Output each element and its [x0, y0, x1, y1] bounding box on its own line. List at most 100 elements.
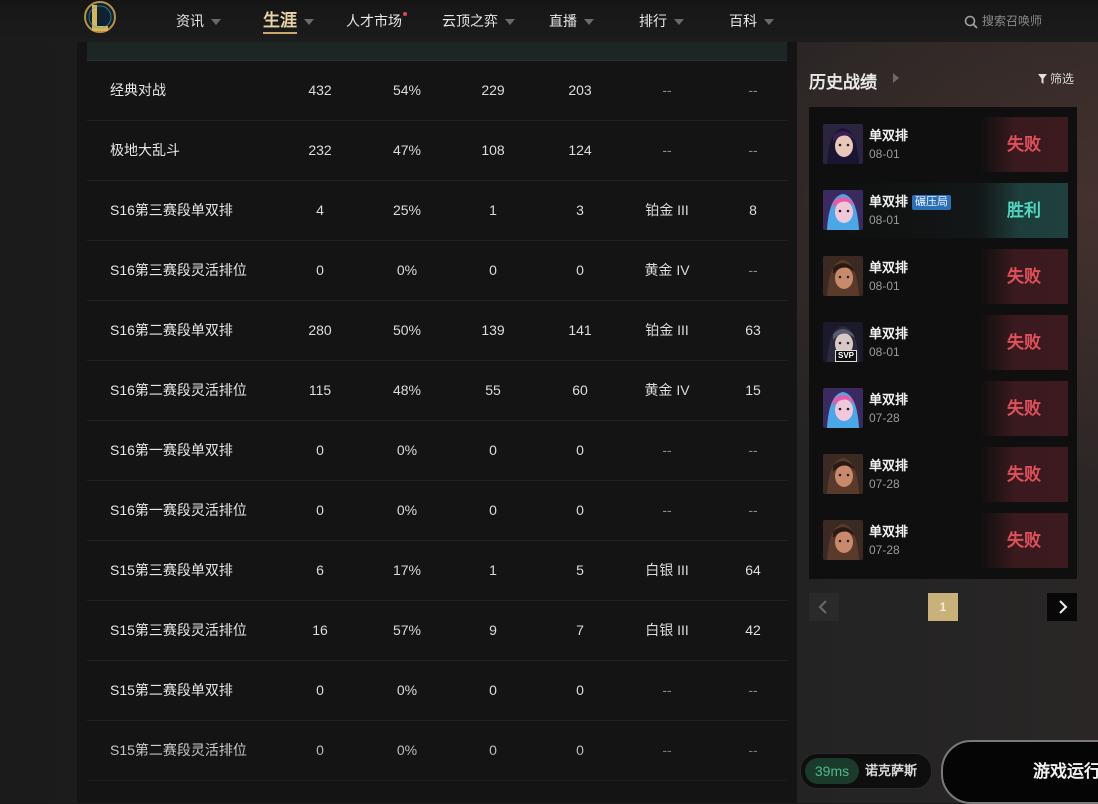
- stat-cell: 0: [576, 682, 584, 698]
- chevron-right-icon[interactable]: [893, 73, 899, 83]
- stat-cell: 5: [576, 562, 584, 578]
- top-navigation: 资讯 生涯 人才市场 云顶之弈 直播 排行 百科 搜索召唤师: [0, 0, 1098, 42]
- match-item[interactable]: 单双排 碾压局 08-01 胜利: [818, 183, 1068, 238]
- match-history-list: 单双排 08-01 失败 单双排 碾压局 08-01 胜利 单双排 08-01 失败 SVP 单双排 0…: [809, 107, 1077, 579]
- stat-cell: 黄金 IV: [644, 382, 690, 398]
- bearded-champion-icon: [823, 454, 863, 494]
- stat-cell: 42: [745, 622, 761, 638]
- mode-name: S16第三赛段单双排: [110, 202, 233, 218]
- stat-cell: 0: [489, 262, 497, 278]
- stat-cell: 55: [485, 382, 501, 398]
- chevron-down-icon: [505, 19, 515, 26]
- table-row[interactable]: S15第三赛段单双排 6 17% 1 5 白银 III 64: [87, 540, 787, 601]
- stat-cell: 0: [489, 682, 497, 698]
- match-item[interactable]: 单双排 07-28 失败: [818, 447, 1068, 502]
- launch-label: 游戏运行: [1033, 762, 1098, 781]
- nav-item-talent-market[interactable]: 人才市场: [346, 0, 407, 42]
- match-item[interactable]: 单双排 07-28 失败: [818, 513, 1068, 568]
- stat-cell: 0%: [396, 502, 418, 518]
- stat-cell: 229: [481, 82, 505, 98]
- summoner-search[interactable]: 搜索召唤师: [964, 0, 1042, 42]
- match-tag: 碾压局: [912, 195, 952, 210]
- match-item[interactable]: 单双排 07-28 失败: [818, 381, 1068, 436]
- table-row[interactable]: S16第一赛段单双排 0 0% 0 0 -- --: [87, 420, 787, 481]
- pager-prev-button[interactable]: [809, 593, 839, 621]
- mode-stats-table[interactable]: 经典对战 432 54% 229 203 -- -- 极地大乱斗 232 47% 108 124 -- -…: [77, 42, 797, 803]
- table-row[interactable]: S15第二赛段灵活排位 0 0% 0 0 -- --: [87, 720, 787, 781]
- stat-cell: 124: [568, 142, 592, 158]
- match-result: 失败: [980, 513, 1068, 568]
- nav-item-news[interactable]: 资讯: [176, 0, 221, 42]
- table-row[interactable]: S16第三赛段灵活排位 0 0% 0 0 黄金 IV --: [87, 240, 787, 301]
- stat-cell: 0%: [396, 442, 418, 458]
- ping-badge: 39ms: [805, 758, 859, 784]
- filter-button[interactable]: 筛选: [1038, 70, 1074, 87]
- stat-cell: 16: [312, 622, 328, 638]
- stat-cell: --: [748, 742, 758, 758]
- stat-cell: 铂金 III: [645, 322, 689, 338]
- nav-item-label: 生涯: [263, 11, 297, 34]
- stat-cell: 1: [489, 202, 497, 218]
- stat-cell: 铂金 III: [645, 202, 689, 218]
- nav-item-label: 百科: [729, 13, 757, 29]
- stat-cell: 115: [308, 382, 332, 398]
- match-date: 08-01: [869, 279, 900, 293]
- mode-name: 极地大乱斗: [110, 142, 180, 158]
- mode-name: S16第三赛段灵活排位: [110, 262, 247, 278]
- pager-page-1[interactable]: 1: [928, 593, 958, 621]
- queue-type: 单双排: [869, 323, 908, 342]
- nav-item-ranking[interactable]: 排行: [639, 0, 684, 42]
- match-item[interactable]: SVP 单双排 08-01 失败: [818, 315, 1068, 370]
- match-item[interactable]: 单双排 08-01 失败: [818, 117, 1068, 172]
- notification-dot-icon: [403, 12, 407, 16]
- match-item[interactable]: 单双排 08-01 失败: [818, 249, 1068, 304]
- queue-type: 单双排: [869, 125, 908, 144]
- bearded-champion-icon: [823, 520, 863, 560]
- stat-cell: 白银 III: [645, 622, 689, 638]
- stat-cell: --: [662, 502, 672, 518]
- launch-game-button[interactable]: 游戏运行: [941, 740, 1098, 804]
- stat-cell: 25%: [392, 202, 422, 218]
- table-row[interactable]: 经典对战 432 54% 229 203 -- --: [87, 60, 787, 121]
- pager-next-button[interactable]: [1047, 593, 1077, 621]
- nav-item-label: 人才市场: [346, 13, 402, 29]
- nav-item-wiki[interactable]: 百科: [729, 0, 774, 42]
- stat-cell: 白银 III: [645, 562, 689, 578]
- stat-cell: --: [662, 442, 672, 458]
- stat-cell: 15: [745, 382, 761, 398]
- match-result: 失败: [980, 249, 1068, 304]
- table-row[interactable]: S16第一赛段灵活排位 0 0% 0 0 -- --: [87, 480, 787, 541]
- stat-cell: 203: [568, 82, 592, 98]
- stat-cell: --: [748, 262, 758, 278]
- search-placeholder: 搜索召唤师: [982, 14, 1043, 28]
- table-row[interactable]: 极地大乱斗 232 47% 108 124 -- --: [87, 120, 787, 181]
- match-result: 失败: [980, 381, 1068, 436]
- table-row[interactable]: S15第二赛段单双排 0 0% 0 0 -- --: [87, 660, 787, 721]
- bearded-champion-icon: [823, 256, 863, 296]
- nav-item-career[interactable]: 生涯: [263, 0, 314, 42]
- svp-badge: SVP: [835, 350, 858, 362]
- table-row[interactable]: S16第二赛段单双排 280 50% 139 141 铂金 III 63: [87, 300, 787, 361]
- history-title[interactable]: 历史战绩: [809, 68, 877, 93]
- nav-item-tft[interactable]: 云顶之弈: [442, 0, 515, 42]
- table-row[interactable]: S15第三赛段灵活排位 16 57% 9 7 白银 III 42: [87, 600, 787, 661]
- stat-cell: --: [748, 682, 758, 698]
- stat-cell: --: [748, 142, 758, 158]
- table-row[interactable]: S16第三赛段单双排 4 25% 1 3 铂金 III 8: [87, 180, 787, 241]
- nav-item-label: 直播: [549, 13, 577, 29]
- stat-cell: 0: [576, 262, 584, 278]
- chevron-left-icon: [818, 600, 827, 614]
- lol-logo[interactable]: [80, 0, 120, 42]
- nav-item-live[interactable]: 直播: [549, 0, 594, 42]
- table-row[interactable]: S16第二赛段灵活排位 115 48% 55 60 黄金 IV 15: [87, 360, 787, 421]
- mode-name: S15第二赛段单双排: [110, 682, 233, 698]
- server-status[interactable]: 39ms 诺克萨斯: [800, 753, 932, 789]
- chevron-down-icon: [584, 19, 594, 26]
- table-header: [87, 42, 787, 61]
- blue-hair-champion-icon: [823, 190, 863, 230]
- stat-cell: 0%: [396, 262, 418, 278]
- queue-label: 单双排: [869, 128, 909, 143]
- nav-item-label: 排行: [639, 13, 667, 29]
- stat-cell: 54%: [392, 82, 422, 98]
- match-result: 失败: [980, 447, 1068, 502]
